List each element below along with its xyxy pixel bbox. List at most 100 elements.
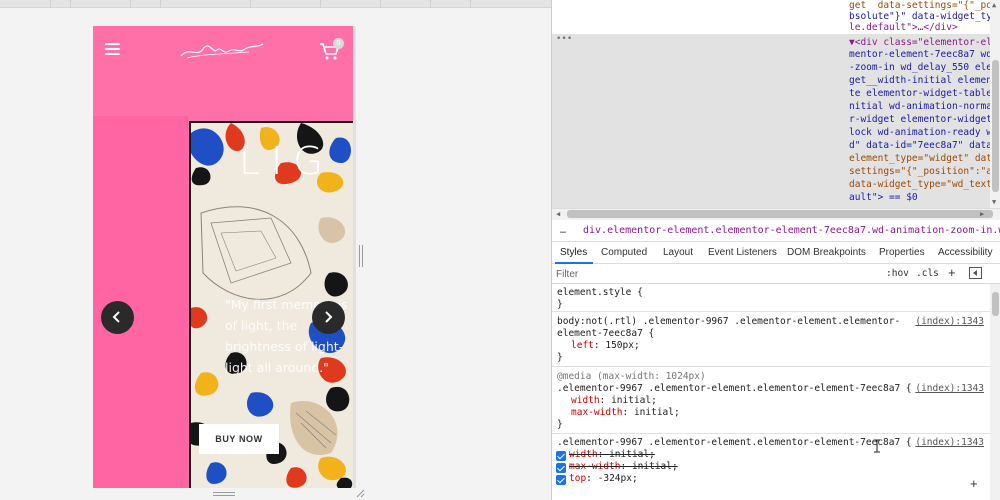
- dom-line: te elementor-widget-tablet_: [849, 88, 1000, 99]
- declaration-checkbox[interactable]: [556, 451, 566, 461]
- hero-accent-panel: [93, 116, 188, 488]
- scroll-left-icon[interactable]: ◀: [556, 210, 560, 218]
- buy-now-button[interactable]: BUY NOW: [199, 424, 279, 454]
- viewport-edge: [353, 26, 356, 488]
- new-style-rule-button[interactable]: +: [948, 265, 956, 280]
- dom-node-ellipsis[interactable]: •••: [556, 34, 572, 44]
- dom-line: element_type="widget" data: [849, 153, 998, 164]
- dom-line: bsolute"}" data-widget_typ: [849, 11, 998, 22]
- signature-logo[interactable]: [179, 40, 265, 62]
- property-value[interactable]: -324px;: [598, 473, 638, 484]
- property-name[interactable]: width: [571, 395, 600, 406]
- element-breadcrumb: … div.elementor-element.elementor-elemen…: [552, 220, 1000, 242]
- slider-prev-button[interactable]: [101, 301, 134, 334]
- scroll-down-icon[interactable]: ▼: [992, 198, 996, 206]
- tab-properties[interactable]: Properties: [879, 247, 925, 258]
- scroll-up-icon[interactable]: ▲: [992, 1, 996, 9]
- dom-line: ault"> == $0: [849, 192, 918, 203]
- property-value[interactable]: initial;: [634, 407, 680, 418]
- dom-line: settings="{"_position":"ab: [849, 166, 998, 177]
- rule-source-link[interactable]: (index):1343: [915, 383, 984, 394]
- hamburger-menu-icon[interactable]: [105, 43, 120, 55]
- property-name[interactable]: left: [571, 340, 594, 351]
- styles-scroll-thumb[interactable]: [992, 292, 999, 316]
- rule-close-brace: }: [557, 419, 563, 430]
- rule-selector: body:not(.rtl) .elementor-9967 .elemento…: [557, 316, 901, 327]
- dom-line[interactable]: ▼<div class="elementor-ele: [849, 37, 998, 48]
- class-toggle[interactable]: .cls: [916, 268, 939, 279]
- styles-filter-bar: :hov .cls +: [552, 264, 1000, 284]
- devtools-subtabs: Styles Computed Layout Event Listeners D…: [552, 242, 1000, 264]
- css-declaration[interactable]: top: -324px;: [569, 473, 638, 484]
- text-cursor-icon: [874, 439, 880, 453]
- css-declaration-overridden[interactable]: max-width: initial;: [569, 461, 678, 472]
- dom-line: lock wd-animation-ready wd: [849, 127, 998, 138]
- breadcrumb-more[interactable]: …: [560, 225, 566, 236]
- device-viewport: 0 LIG "My first memory is of light, the …: [0, 0, 551, 500]
- declaration-checkbox[interactable]: [556, 475, 566, 485]
- media-query: @media (max-width: 1024px): [557, 371, 706, 382]
- css-rule[interactable]: body:not(.rtl) .elementor-9967 .elemento…: [552, 313, 990, 367]
- dom-line: r-widget elementor-widget-: [849, 114, 998, 125]
- chevron-left-icon: [112, 311, 120, 323]
- media-query-ruler[interactable]: [0, 0, 551, 8]
- elements-dom-tree[interactable]: ••• get data-settings="{"_pos bsolute"}"…: [552, 0, 1000, 208]
- property-value[interactable]: 150px;: [605, 340, 639, 351]
- rule-close-brace: }: [557, 299, 563, 310]
- dom-line: data-widget_type="wd_text_: [849, 179, 998, 190]
- viewport-resize-handle-right[interactable]: [359, 245, 363, 267]
- hover-state-toggle[interactable]: :hov: [886, 268, 909, 279]
- scroll-right-icon[interactable]: ▶: [980, 210, 984, 218]
- css-declaration-overridden[interactable]: width: initial;: [569, 449, 655, 460]
- property-name[interactable]: max-width: [569, 461, 620, 472]
- tab-dom-breakpoints[interactable]: DOM Breakpoints: [787, 247, 866, 258]
- rule-source-link[interactable]: (index):1343: [915, 316, 984, 327]
- css-rule-media[interactable]: @media (max-width: 1024px) .elementor-99…: [552, 368, 990, 434]
- rule-close-brace: }: [557, 352, 563, 363]
- tab-layout[interactable]: Layout: [663, 247, 693, 258]
- slider-next-button[interactable]: [312, 301, 345, 334]
- toggle-sidebar-icon[interactable]: [969, 267, 982, 279]
- tab-styles[interactable]: Styles: [560, 247, 587, 258]
- add-declaration-button[interactable]: +: [970, 476, 978, 491]
- property-name[interactable]: max-width: [571, 407, 622, 418]
- resize-corner-icon[interactable]: [355, 488, 365, 498]
- rule-source-link[interactable]: (index):1343: [915, 437, 984, 448]
- mobile-page-preview: 0 LIG "My first memory is of light, the …: [93, 26, 353, 488]
- styles-rules-pane: element.style { } body:not(.rtl) .elemen…: [552, 284, 990, 500]
- rule-selector-continued: element-7eec8a7 {: [557, 328, 655, 339]
- dom-line: get data-settings="{"_pos: [849, 0, 998, 11]
- rule-selector: .elementor-9967 .elementor-element.eleme…: [557, 437, 912, 448]
- dom-line: nitial wd-animation-normal: [849, 101, 998, 112]
- css-rule[interactable]: .elementor-9967 .elementor-element.eleme…: [552, 435, 990, 500]
- dom-line: mentor-element-7eec8a7 wd-a: [849, 49, 1000, 60]
- css-declaration[interactable]: max-width: initial;: [571, 407, 680, 418]
- css-declaration[interactable]: left: 150px;: [571, 340, 640, 351]
- dom-line: d" data-id="7eec8a7" data-: [849, 140, 998, 151]
- tab-accessibility[interactable]: Accessibility: [938, 247, 992, 258]
- tab-event-listeners[interactable]: Event Listeners: [708, 247, 777, 258]
- dom-line: -zoom-in wd_delay_550 elem: [849, 62, 998, 73]
- property-name[interactable]: width: [569, 449, 598, 460]
- tab-computed[interactable]: Computed: [601, 247, 647, 258]
- viewport-resize-handle-bottom[interactable]: [213, 492, 235, 496]
- cart-count-badge: 0: [333, 38, 344, 49]
- dom-line: get__width-initial element: [849, 75, 998, 86]
- devtools-panel: ••• get data-settings="{"_pos bsolute"}"…: [551, 0, 1000, 500]
- hero-title: LIG: [239, 139, 334, 183]
- css-declaration[interactable]: width: initial;: [571, 395, 657, 406]
- css-rule-element-style[interactable]: element.style { }: [552, 284, 990, 312]
- dom-tree-hscroll-thumb[interactable]: [567, 210, 993, 218]
- rule-selector: element.style {: [557, 287, 643, 298]
- property-value[interactable]: initial;: [611, 395, 657, 406]
- declaration-checkbox[interactable]: [556, 463, 566, 473]
- styles-scrollbar[interactable]: [990, 284, 1000, 500]
- breadcrumb-selected-element[interactable]: div.elementor-element.elementor-element-…: [583, 225, 1000, 236]
- property-value[interactable]: initial;: [632, 461, 678, 472]
- rule-selector: .elementor-9967 .elementor-element.eleme…: [557, 383, 912, 394]
- dom-line: le.default">…</div>: [849, 22, 958, 33]
- styles-filter-input[interactable]: [556, 266, 856, 282]
- dom-tree-scroll-thumb[interactable]: [992, 60, 999, 192]
- property-name[interactable]: top: [569, 473, 586, 484]
- property-value[interactable]: initial;: [609, 449, 655, 460]
